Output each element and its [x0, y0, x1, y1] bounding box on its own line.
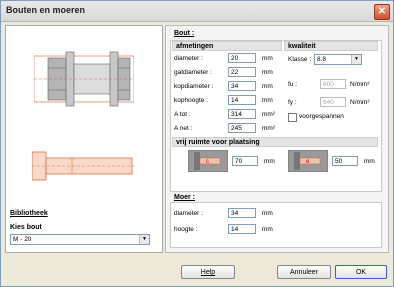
- field-input-a-net[interactable]: 245: [228, 123, 256, 133]
- klasse-label: Klasse :: [288, 56, 312, 63]
- moer-diameter-unit: mm: [262, 210, 273, 217]
- library-header: Bibliotheek: [10, 210, 48, 217]
- field-label-gatdiameter: gatdiameter :: [174, 69, 212, 76]
- fu-input: 800: [320, 79, 346, 89]
- moer-diameter-label: diameter :: [174, 210, 203, 217]
- field-input-kopdiameter[interactable]: 34: [228, 81, 256, 91]
- kies-bout-value: M - 20: [13, 236, 32, 243]
- chevron-down-icon[interactable]: ▼: [139, 235, 149, 244]
- vrij-ruimte-title: vrij ruimte voor plaatsing: [172, 137, 378, 147]
- kies-bout-select[interactable]: M - 20 ▼: [10, 234, 150, 245]
- field-unit-gatdiameter: mm: [262, 69, 273, 76]
- field-unit-kophoogte: mm: [262, 97, 273, 104]
- window-title: Bouten en moeren: [6, 5, 86, 15]
- kwaliteit-title: kwaliteit: [284, 41, 378, 51]
- clearance-left-unit: mm: [264, 158, 275, 165]
- field-input-gatdiameter[interactable]: 22: [228, 67, 256, 77]
- moer-hoogte-label: hoogte :: [174, 226, 198, 233]
- chevron-down-icon[interactable]: ▼: [351, 55, 361, 64]
- bout-header: Bout :: [174, 30, 195, 37]
- bolt-drawing: [32, 151, 136, 181]
- clearance-left-icon: c: [188, 150, 228, 172]
- voorgespannen-checkbox[interactable]: [288, 113, 297, 122]
- field-label-a-tot: A tot :: [174, 111, 191, 118]
- moer-hoogte-input[interactable]: 14: [228, 224, 256, 234]
- moer-diameter-input[interactable]: 34: [228, 208, 256, 218]
- dialog-window: Bouten en moeren ✕ Bibliotheek Kies bout: [0, 0, 394, 287]
- fy-unit: N/mm²: [350, 99, 370, 106]
- kies-bout-label: Kies bout: [10, 224, 42, 231]
- afmetingen-title: afmetingen: [172, 41, 282, 51]
- voorgespannen-label: voorgespannen: [299, 113, 344, 120]
- field-unit-kopdiameter: mm: [262, 83, 273, 90]
- field-unit-diameter: mm: [262, 55, 273, 62]
- klasse-select[interactable]: 8.8 ▼: [314, 54, 362, 65]
- close-icon: ✕: [377, 6, 387, 17]
- field-label-diameter: diameter :: [174, 55, 203, 62]
- field-label-kophoogte: kophoogte :: [174, 97, 208, 104]
- clearance-right-unit: mm: [364, 158, 375, 165]
- help-button[interactable]: Help: [181, 265, 235, 279]
- ok-button[interactable]: OK: [335, 265, 387, 279]
- field-unit-a-tot: mm²: [262, 111, 275, 118]
- moer-hoogte-unit: mm: [262, 226, 273, 233]
- field-label-kopdiameter: kopdiameter :: [174, 83, 214, 90]
- fy-input: 640: [320, 97, 346, 107]
- moer-header: Moer :: [174, 194, 195, 201]
- clearance-right-input[interactable]: 50: [332, 156, 358, 166]
- field-label-a-net: A net :: [174, 125, 193, 132]
- fu-unit: N/mm²: [350, 81, 370, 88]
- bolt-preview-panel: Bibliotheek Kies bout M - 20 ▼: [5, 25, 163, 253]
- clearance-left-symbol: c: [206, 159, 209, 165]
- field-unit-a-net: mm²: [262, 125, 275, 132]
- field-input-kophoogte[interactable]: 14: [228, 95, 256, 105]
- moer-groupbox: [170, 202, 382, 248]
- field-input-diameter[interactable]: 20: [228, 53, 256, 63]
- annuleer-button[interactable]: Annuleer: [277, 265, 331, 279]
- title-bar: Bouten en moeren ✕: [1, 1, 393, 22]
- properties-panel: Bout : afmetingen kwaliteit diameter : 2…: [165, 25, 389, 253]
- field-input-a-tot[interactable]: 314: [228, 109, 256, 119]
- fy-label: fy :: [288, 99, 297, 106]
- clearance-left-input[interactable]: 70: [232, 156, 258, 166]
- klasse-value: 8.8: [317, 56, 327, 63]
- bolt-assembly-drawing: [34, 51, 134, 107]
- fu-label: fu :: [288, 81, 298, 88]
- close-button[interactable]: ✕: [374, 4, 390, 20]
- clearance-right-icon: e: [288, 150, 328, 172]
